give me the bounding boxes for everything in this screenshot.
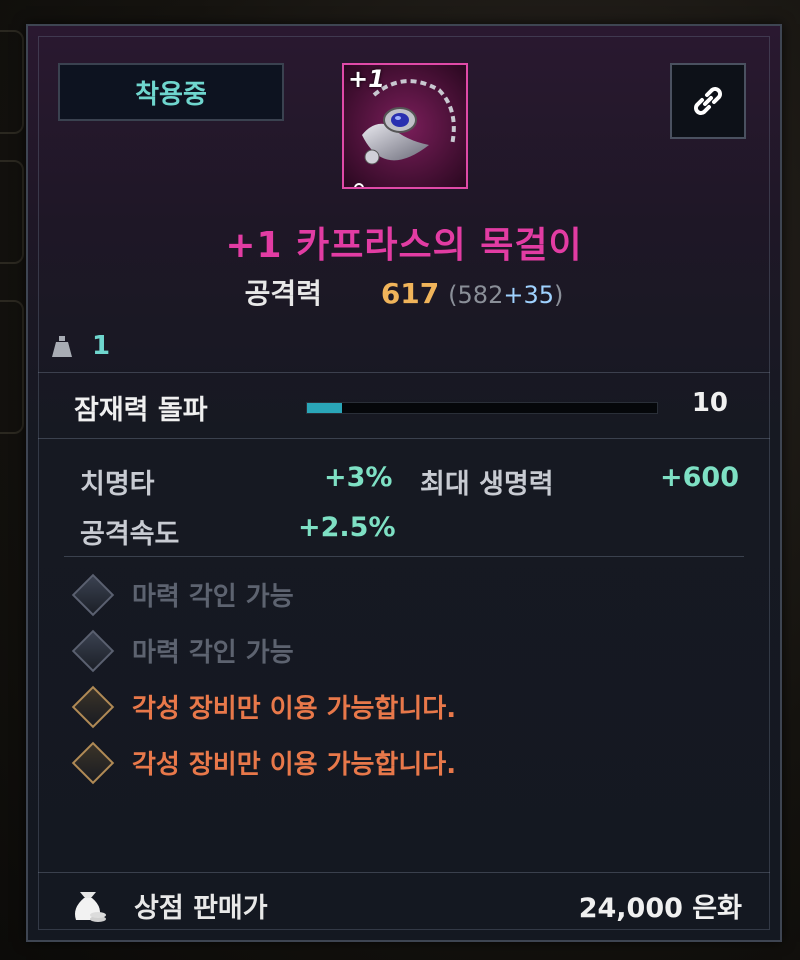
notice-item: 마력 각인 가능 [71, 573, 294, 616]
diamond-icon [71, 741, 115, 784]
attack-breakdown-close: ) [554, 281, 564, 309]
notice-text: 각성 장비만 이용 가능합니다. [132, 750, 457, 780]
attack-row: 공격력 617 (582+35) [28, 272, 780, 312]
background-panel [0, 30, 24, 134]
notice-text: 마력 각인 가능 [132, 638, 294, 668]
weight-icon [52, 336, 72, 357]
link-button[interactable] [670, 63, 746, 139]
divider [38, 438, 770, 439]
shop-price-label: 상점 판매가 [134, 893, 268, 924]
background-panel [0, 160, 24, 264]
background-panel [0, 300, 24, 434]
equipped-badge: 착용중 [58, 63, 284, 121]
stat-value-max-hp: +600 [660, 462, 739, 493]
potential-label: 잠재력 돌파 [74, 395, 208, 426]
potential-row: 잠재력 돌파 10 [28, 372, 780, 438]
potential-value: 10 [691, 388, 728, 418]
weight-row: 1 [50, 331, 110, 361]
notice-text: 마력 각인 가능 [132, 582, 294, 612]
upgrade-level-label: +1 [348, 65, 385, 93]
attack-value: 617 [380, 277, 440, 310]
attack-base: (582 [448, 281, 504, 309]
notice-item: 각성 장비만 이용 가능합니다. [71, 741, 457, 784]
link-icon [694, 87, 722, 115]
money-bag-icon [68, 886, 108, 930]
attack-label: 공격력 [244, 277, 322, 310]
item-tooltip: 착용중 +1 +1 카프라스의 목걸이 공격력 617 (582+35) 1 잠… [26, 24, 782, 942]
notice-item: 각성 장비만 이용 가능합니다. [71, 685, 457, 728]
item-icon[interactable]: +1 [342, 63, 468, 189]
stat-label-attack-speed: 공격속도 [80, 519, 180, 550]
divider [64, 556, 744, 557]
diamond-icon [71, 629, 115, 672]
stat-value-attack-speed: +2.5% [298, 512, 396, 543]
diamond-icon [71, 685, 115, 728]
stat-label-crit: 치명타 [80, 469, 155, 500]
stat-value-crit: +3% [324, 462, 393, 493]
notice-item: 마력 각인 가능 [71, 629, 294, 672]
stat-label-max-hp: 최대 생명력 [420, 469, 554, 500]
attack-breakdown: (582+35) [448, 281, 563, 309]
item-name: +1 카프라스의 목걸이 [225, 225, 583, 266]
attack-bonus: +35 [503, 281, 554, 309]
shop-price-row: 상점 판매가 24,000 은화 [28, 872, 780, 936]
weight-value: 1 [92, 331, 111, 361]
notice-text: 각성 장비만 이용 가능합니다. [132, 694, 457, 724]
shop-price-value: 24,000 은화 [578, 893, 742, 924]
potential-progress-fill [307, 403, 342, 413]
diamond-icon [71, 573, 115, 616]
potential-progress-bar [306, 402, 658, 414]
